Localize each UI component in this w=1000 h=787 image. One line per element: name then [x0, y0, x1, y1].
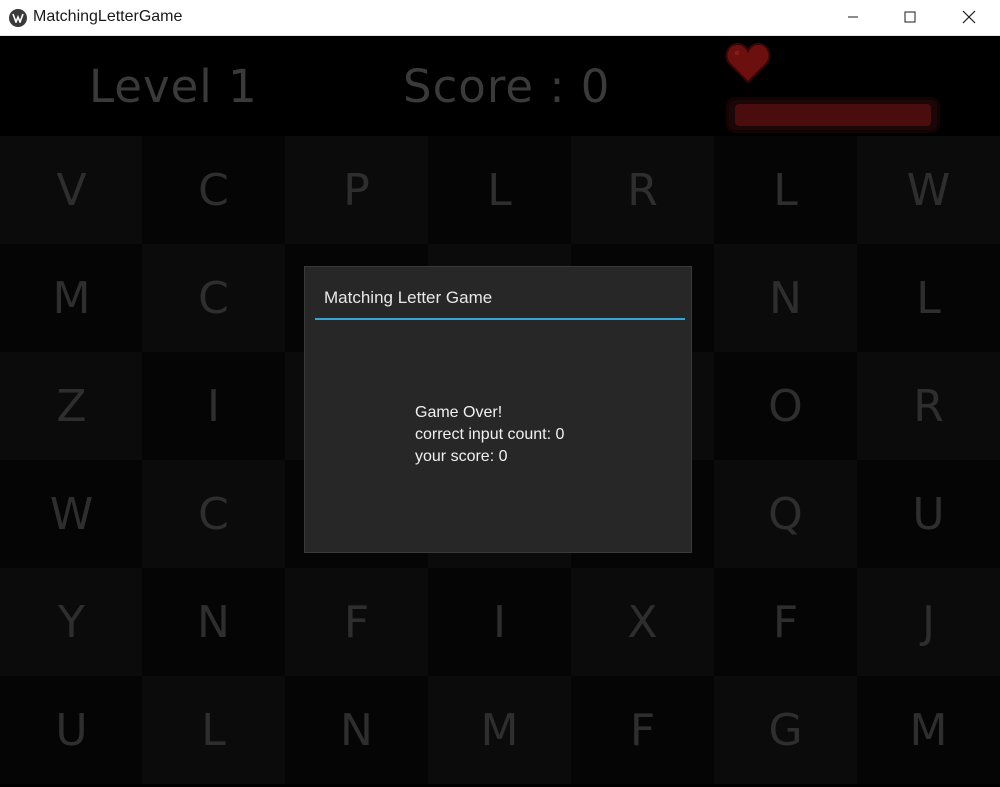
title-bar: MatchingLetterGame — [0, 0, 1000, 36]
maximize-button[interactable] — [881, 0, 939, 34]
minimize-icon — [848, 16, 858, 18]
correct-count-text: correct input count: 0 — [415, 426, 565, 443]
minimize-button[interactable] — [824, 0, 882, 34]
game-over-text: Game Over! — [415, 404, 503, 421]
game-over-popup: Matching Letter Game Game Over! correct … — [304, 266, 692, 553]
popup-title: Matching Letter Game — [324, 288, 493, 307]
final-score-text: your score: 0 — [415, 448, 508, 465]
close-icon — [962, 10, 976, 24]
window-title: MatchingLetterGame — [33, 8, 183, 25]
maximize-icon — [904, 11, 916, 23]
close-button[interactable] — [940, 0, 998, 34]
popup-title-separator — [315, 318, 685, 320]
popup-message: Game Over! correct input count: 0 your s… — [415, 402, 564, 468]
app-icon — [9, 9, 27, 27]
